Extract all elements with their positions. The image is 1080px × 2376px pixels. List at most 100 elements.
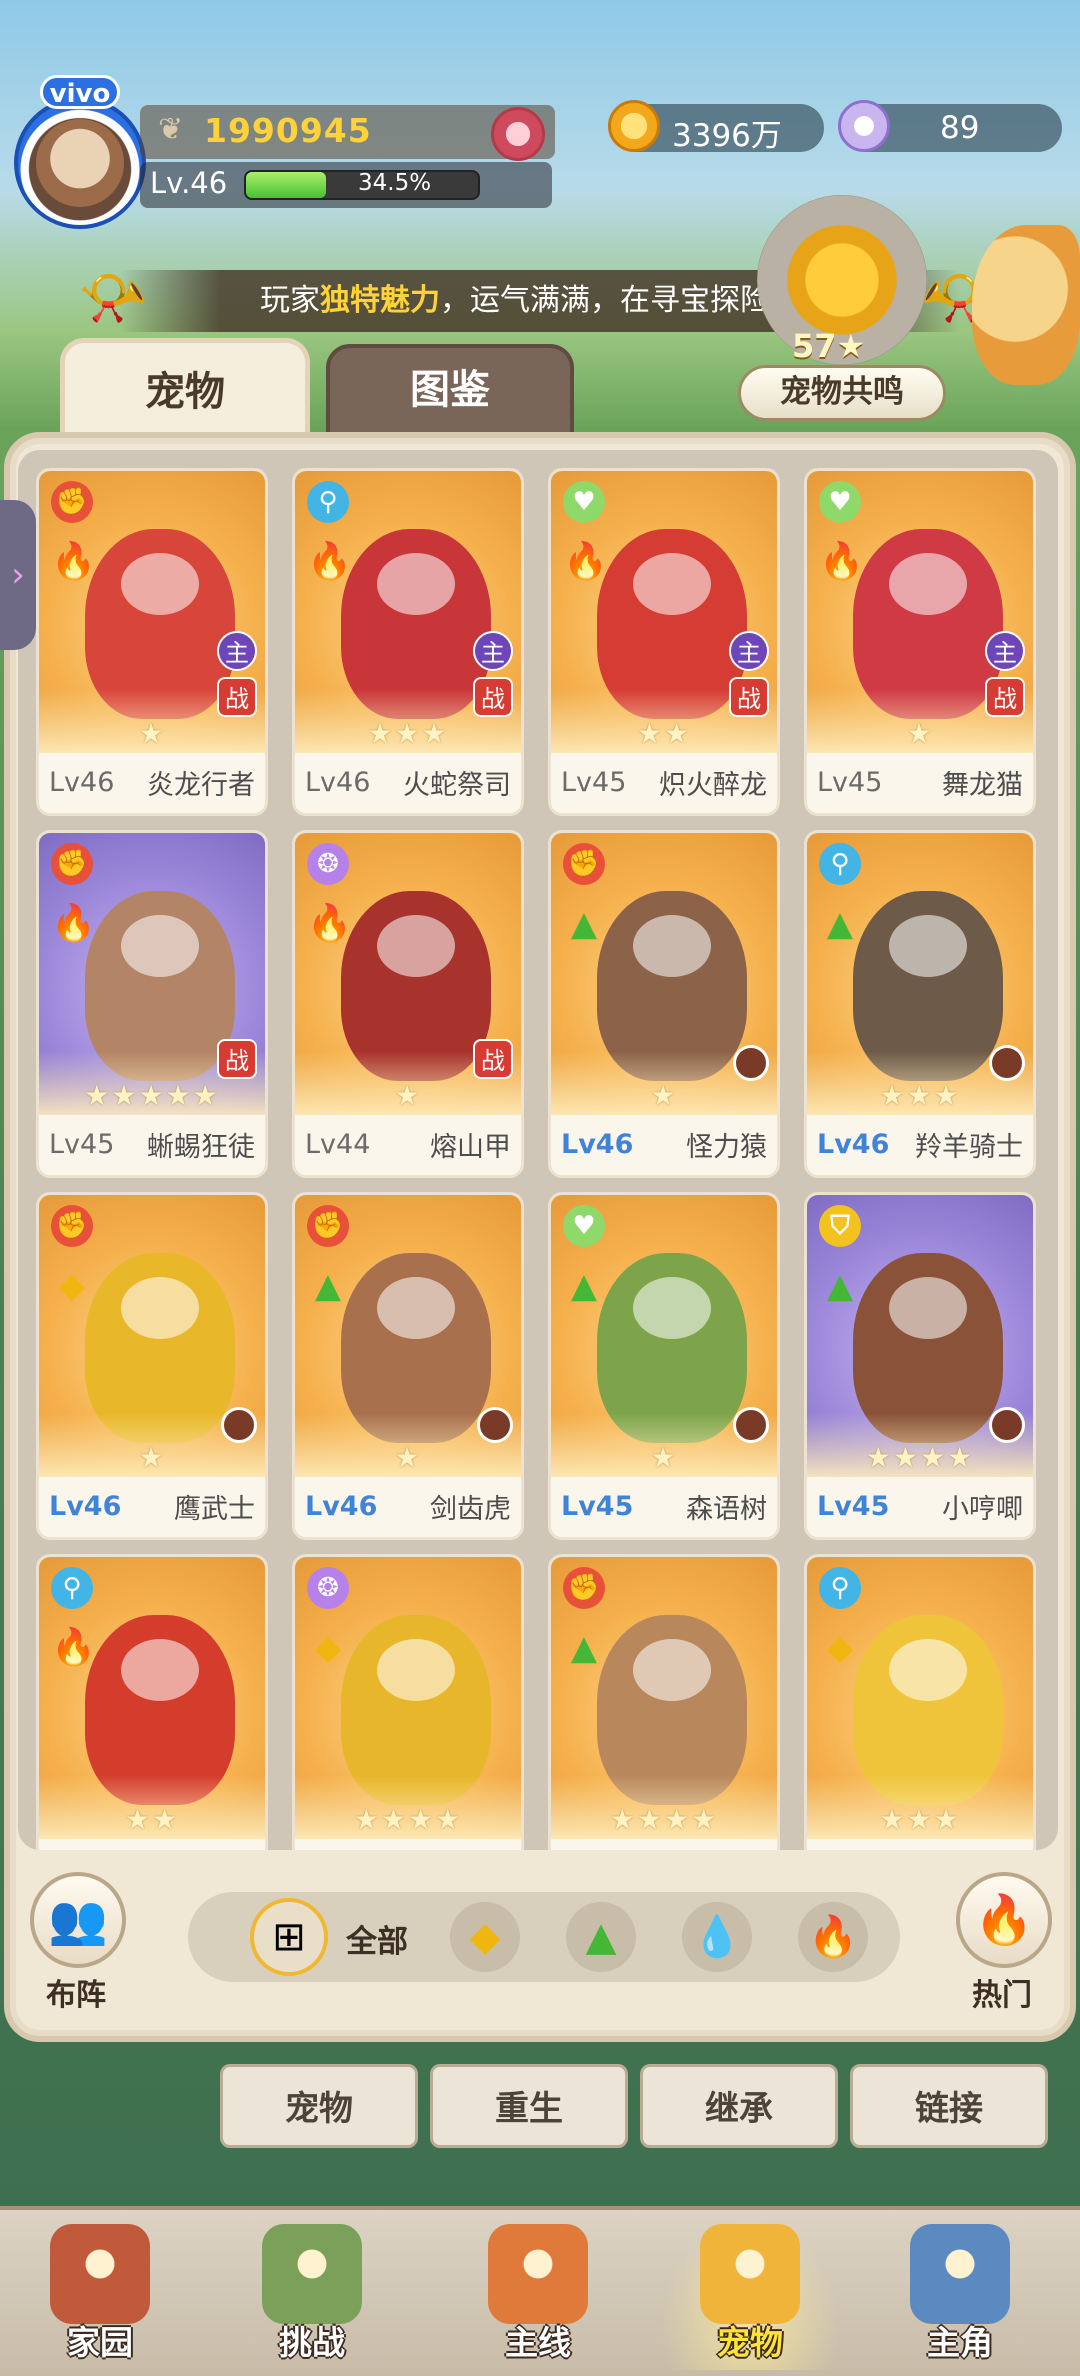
formation-icon: 👥 [48,1892,108,1948]
role-spell-icon: ❂ [307,1567,349,1609]
pet-level: Lv46 [305,766,371,798]
power-bar: ❦ 1990945 [140,105,555,161]
pet-card[interactable]: ✊ 🔥 主战 ★ Lv46 炎龙行者 [36,468,268,816]
role-dps-icon: ✊ [51,481,93,523]
star-rating: ★ [551,1079,777,1112]
star-rating: ★★★★ [807,1441,1033,1474]
star-icon: ★ [650,1079,678,1112]
tab-collection[interactable]: 图鉴 [326,344,574,436]
element-fire-icon: 🔥 [819,541,864,582]
star-icon: ★ [394,717,422,750]
nav-pets[interactable]: 宠物 [660,2220,840,2370]
star-icon: ★ [906,717,934,750]
pet-card[interactable]: ⚲ 🔥 ★★ [36,1554,268,1850]
battle-badge: 战 [473,677,513,717]
pet-name: 森语树 [686,1493,767,1525]
star-rating: ★★ [39,1803,265,1836]
nav-challenge[interactable]: 挑战 [222,2220,402,2370]
star-rating: ★ [551,1441,777,1474]
filter-water-icon[interactable]: 💧 [682,1902,752,1972]
pet-name: 羚羊骑士 [915,1131,1023,1163]
pet-figure [597,529,747,719]
pet-figure [853,529,1003,719]
shell-counter[interactable]: 89 [838,100,1062,152]
pet-card[interactable]: ♥ 🔥 主战 ★ Lv45 舞龙猫 [804,468,1036,816]
formation-button[interactable]: 👥 [30,1872,126,1968]
top-hud: vivo ❦ 1990945 Lv.46 34.5% 3396万 89 玩家独特… [0,0,1080,421]
pet-name: 炽火醉龙 [659,769,767,801]
nav-pets-label: 宠物 [717,2323,783,2362]
star-icon: ★ [906,1803,934,1836]
action-rebirth[interactable]: 重生 [430,2064,628,2148]
filter-all-icon[interactable]: ⊞ [250,1898,328,1976]
coin-counter[interactable]: 3396万 [608,100,824,154]
pet-card[interactable]: ⚲ ◆ ★★★ [804,1554,1036,1850]
filter-fire-icon[interactable]: 🔥 [798,1902,868,1972]
role-heal-icon: ♥ [819,481,861,523]
hot-label: 热门 [972,1978,1032,2013]
pet-card[interactable]: ✊ ▲ ★ Lv46 怪力猿 [548,830,780,1178]
star-icon: ★ [124,1803,152,1836]
nav-mainline[interactable]: 主线 [448,2220,628,2370]
main-badge: 主 [729,631,769,671]
star-icon: ★ [165,1079,193,1112]
pet-card[interactable]: ❂ ◆ ★★★★ [292,1554,524,1850]
pet-figure [597,891,747,1081]
nav-home[interactable]: 家园 [10,2220,190,2370]
filter-earth-icon[interactable]: ▲ [566,1902,636,1972]
tab-pets[interactable]: 宠物 [60,338,310,438]
pet-level: Lv46 [49,1490,122,1522]
star-icon: ★ [636,1803,664,1836]
player-avatar[interactable]: vivo [14,75,146,231]
side-expand-tab[interactable]: › [0,500,36,650]
action-link[interactable]: 链接 [850,2064,1048,2148]
star-icon: ★ [691,1803,719,1836]
pet-card[interactable]: ✊ 🔥 战 ★★★★★ Lv45 蜥蜴狂徒 [36,830,268,1178]
main-badge: 主 [473,631,513,671]
filter-all-label[interactable]: 全部 [346,1916,408,1961]
pet-level: Lv45 [561,766,627,798]
star-icon: ★ [650,1441,678,1474]
pet-card-footer: Lv44 熔山甲 [295,1113,521,1175]
action-inherit[interactable]: 继承 [640,2064,838,2148]
pet-name: 小哼唧 [942,1493,1023,1525]
battle-badge: 战 [985,677,1025,717]
pet-card[interactable]: ✊ ◆ ★ Lv46 鹰武士 [36,1192,268,1540]
pet-name: 舞龙猫 [942,769,1023,801]
star-rating: ★★ [551,717,777,750]
star-icon: ★ [421,717,449,750]
pet-card-footer: Lv45 森语树 [551,1475,777,1537]
pet-card[interactable]: ❂ 🔥 战 ★ Lv44 熔山甲 [292,830,524,1178]
pet-card[interactable]: ♥ 🔥 主战 ★★ Lv45 炽火醉龙 [548,468,780,816]
pet-card-footer: Lv46 鹰武士 [39,1475,265,1537]
pet-card[interactable]: ✊ ▲ ★ Lv46 剑齿虎 [292,1192,524,1540]
filter-gold-icon[interactable]: ◆ [450,1902,520,1972]
pet-card-footer: Lv45 炽火醉龙 [551,751,777,813]
pet-grid-scroll[interactable]: ✊ 🔥 主战 ★ Lv46 炎龙行者 ⚲ 🔥 主战 ★★★ Lv46 火蛇祭司 ♥ 🔥 主战 ★★ Lv45 炽火… [18,450,1058,1850]
nav-home-label: 家园 [67,2323,133,2362]
pet-figure [853,1615,1003,1805]
hot-button[interactable]: 🔥 [956,1872,1052,1968]
nav-hero[interactable]: 主角 [870,2220,1050,2370]
skill-badge-icon [221,1407,257,1443]
star-icon: ★ [394,1079,422,1112]
rank-emblem-icon[interactable] [491,107,545,161]
pet-name: 怪力猿 [686,1131,767,1163]
role-dps-icon: ✊ [563,843,605,885]
action-pets[interactable]: 宠物 [220,2064,418,2148]
role-dps-icon: ✊ [51,843,93,885]
pet-figure [85,891,235,1081]
pet-card[interactable]: ⚲ ▲ ★★★ Lv46 羚羊骑士 [804,830,1036,1178]
pet-card[interactable]: ✊ ▲ ★★★★ [548,1554,780,1850]
pet-card[interactable]: ⛉ ▲ ★★★★ Lv45 小哼唧 [804,1192,1036,1540]
star-icon: ★ [933,1079,961,1112]
star-icon: ★ [138,717,166,750]
flame-icon: 🔥 [974,1892,1034,1948]
star-icon: ★ [609,1803,637,1836]
pet-card[interactable]: ♥ ▲ ★ Lv45 森语树 [548,1192,780,1540]
nav-mainline-label: 主线 [505,2323,571,2362]
star-icon: ★ [367,717,395,750]
role-spell-icon: ❂ [307,843,349,885]
pet-card[interactable]: ⚲ 🔥 主战 ★★★ Lv46 火蛇祭司 [292,468,524,816]
main-badge: 主 [217,631,257,671]
